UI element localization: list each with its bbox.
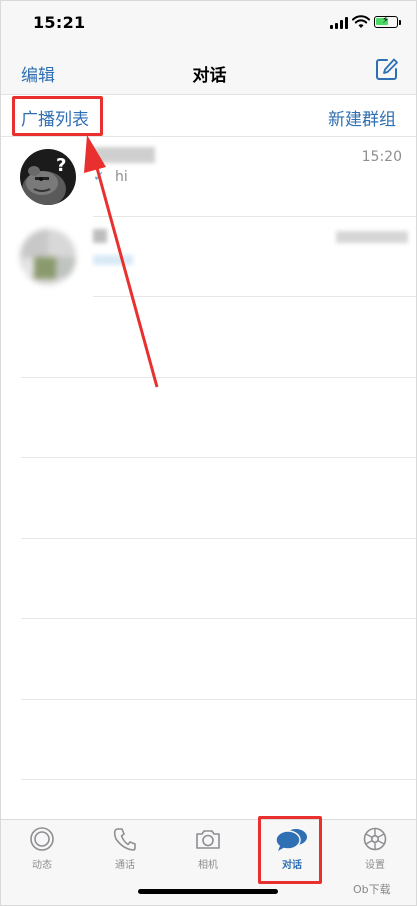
tab-label: 动态: [32, 860, 52, 871]
gear-icon: [363, 827, 387, 851]
svg-text:?: ?: [56, 155, 66, 176]
tab-label: 相机: [198, 860, 218, 871]
phone-icon: [113, 828, 136, 851]
chat-preview-redacted: [93, 255, 133, 265]
tab-label: 设置: [365, 860, 385, 871]
chat-name-redacted: [93, 147, 155, 163]
annotation-highlight-chats-tab: [258, 816, 322, 884]
cellular-signal-icon: [330, 17, 348, 29]
battery-icon: ⚡: [374, 15, 398, 28]
wifi-icon: [352, 15, 370, 28]
chat-time: 15:20: [361, 149, 402, 165]
tab-settings[interactable]: 设置: [345, 826, 405, 871]
status-bar: 15:21 ⚡: [1, 1, 416, 47]
watermark: Ob下载: [353, 883, 391, 896]
battery-nub: [399, 20, 401, 25]
divider: [21, 457, 416, 458]
chat-name-redacted: [93, 229, 107, 243]
read-check-icon: ✓: [93, 169, 105, 185]
divider: [21, 699, 416, 700]
chat-row[interactable]: [1, 217, 416, 297]
new-group-link[interactable]: 新建群组: [328, 105, 396, 130]
tab-status[interactable]: 动态: [12, 826, 72, 871]
divider: [21, 377, 416, 378]
chat-time-redacted: [336, 231, 408, 243]
compose-icon[interactable]: [375, 57, 399, 81]
page-title: 对话: [192, 66, 227, 86]
chat-row[interactable]: ? 15:20 ✓ hi: [1, 137, 416, 217]
tab-label: 通话: [115, 860, 135, 871]
divider: [93, 296, 416, 297]
chat-preview: hi: [115, 169, 128, 185]
nav-bar: 编辑 对话: [1, 47, 416, 95]
status-icon: [30, 827, 54, 851]
avatar: ?: [20, 149, 76, 205]
app-screen: 15:21 ⚡ 编辑 对话 广播列表 新建群组 ? 15:20 ✓ hi 动态 …: [0, 0, 417, 906]
status-time: 15:21: [33, 13, 86, 32]
annotation-highlight-broadcast: [12, 96, 103, 136]
divider: [21, 618, 416, 619]
divider: [21, 779, 416, 780]
avatar: [20, 229, 76, 285]
home-indicator: [138, 889, 278, 894]
camera-icon: [196, 830, 220, 849]
divider: [21, 538, 416, 539]
tab-camera[interactable]: 相机: [178, 826, 238, 871]
tab-calls[interactable]: 通话: [95, 826, 155, 871]
